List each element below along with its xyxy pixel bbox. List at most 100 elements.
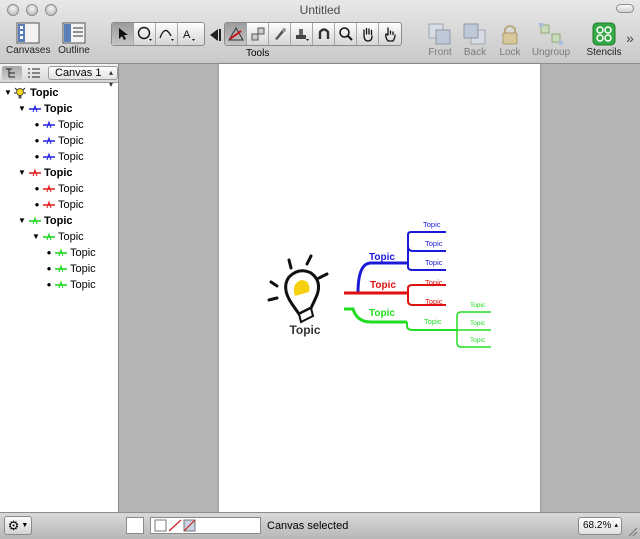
stamp-tool[interactable] — [291, 23, 313, 45]
canvas-area[interactable]: Topic Topic Topic Topic Topic Topic Topi… — [120, 64, 640, 512]
list-item[interactable]: ● Topic — [44, 261, 96, 277]
canvases-icon — [16, 22, 40, 44]
red-main-topic[interactable]: Topic — [370, 280, 396, 291]
style-inspector-well[interactable] — [150, 517, 261, 534]
style-brush-tool[interactable] — [269, 23, 291, 45]
list-item[interactable]: ● Topic — [32, 197, 84, 213]
fill-color-well[interactable] — [126, 517, 144, 534]
list-item[interactable]: ● Topic — [32, 117, 84, 133]
zoom-tool[interactable] — [335, 23, 357, 45]
back-icon — [463, 23, 486, 45]
blue-sub-topic[interactable]: Topic — [425, 239, 443, 248]
lightbulb-topic-icon — [14, 87, 26, 99]
branch-blue-icon — [43, 136, 55, 145]
status-bar: ⚙▼ Canvas selected 68.2% ▴▾ — [0, 512, 640, 539]
blue-main-topic[interactable]: Topic — [369, 252, 395, 263]
list-item[interactable]: ▼ Topic — [18, 213, 73, 229]
outline-item-label: Topic — [58, 183, 84, 195]
updown-icon: ▴▾ — [614, 522, 618, 539]
mind-map[interactable]: Topic Topic Topic Topic Topic Topic Topi… — [219, 64, 540, 512]
list-item[interactable]: ▼ Topic — [32, 229, 84, 245]
window-toolbar: Untitled Canvases Outline A Tools Front … — [0, 0, 640, 64]
green-subsub-topic[interactable]: Topic — [470, 320, 486, 327]
canvas-page[interactable]: Topic Topic Topic Topic Topic Topic Topi… — [219, 64, 540, 512]
list-item[interactable]: ● Topic — [44, 277, 96, 293]
red-sub-topic[interactable]: Topic — [425, 297, 443, 306]
green-subsub-topic[interactable]: Topic — [470, 302, 486, 309]
disclosure-triangle-icon[interactable]: ▼ — [32, 229, 42, 245]
stamp-icon — [295, 29, 309, 41]
list-item[interactable]: ● Topic — [32, 149, 84, 165]
outline-label: Outline — [58, 45, 90, 56]
zoom-selector[interactable]: 68.2% ▴▾ — [578, 517, 622, 539]
green-sub-topic[interactable]: Topic — [424, 317, 442, 326]
toolbar-toggle-button[interactable] — [616, 4, 634, 13]
blue-sub-topic[interactable]: Topic — [423, 220, 441, 229]
branch-green-icon — [29, 216, 41, 225]
canvas-selector-label: Canvas 1 — [55, 67, 102, 79]
line-tool[interactable] — [156, 23, 178, 45]
canvases-button[interactable]: Canvases — [6, 22, 50, 56]
hand-tool[interactable] — [357, 23, 379, 45]
list-item[interactable]: ▼ Topic — [4, 85, 59, 101]
central-topic-label[interactable]: Topic — [289, 323, 320, 337]
blue-sub-topic[interactable]: Topic — [425, 258, 443, 267]
outline-item-label: Topic — [44, 103, 73, 115]
canvas-selector[interactable]: Canvas 1 ▴ ▾ — [48, 66, 118, 89]
list-item[interactable]: ● Topic — [44, 245, 96, 261]
ungroup-button[interactable]: Ungroup — [530, 22, 572, 58]
bring-to-front-button[interactable]: Front — [424, 22, 456, 58]
bullet-icon: ● — [34, 136, 40, 145]
disclosure-triangle-icon[interactable]: ▼ — [18, 101, 28, 117]
diagram-tool[interactable] — [225, 23, 247, 45]
list-item[interactable]: ▼ Topic — [18, 101, 73, 117]
outline-icon — [62, 22, 86, 44]
disclosure-triangle-icon[interactable]: ▼ — [4, 85, 14, 101]
outline-item-label: Topic — [70, 247, 96, 259]
bullet-icon: ● — [34, 120, 40, 129]
list-icon — [28, 68, 40, 78]
selection-tool[interactable] — [112, 23, 134, 45]
shape-tool[interactable] — [134, 23, 156, 45]
disclosure-triangle-icon[interactable]: ▼ — [18, 165, 28, 181]
lightbulb-icon[interactable] — [267, 254, 329, 324]
front-icon — [428, 23, 451, 45]
green-main-topic[interactable]: Topic — [369, 308, 395, 319]
outline-item-label: Topic — [44, 167, 73, 179]
toolbar-overflow-icon[interactable]: » — [626, 30, 634, 46]
action-menu-button[interactable]: ⚙ ▼ — [4, 516, 32, 535]
magnet-tool[interactable] — [247, 23, 269, 45]
bullet-icon: ● — [34, 200, 40, 209]
text-tool[interactable]: A — [178, 23, 200, 45]
disclosure-triangle-icon[interactable]: ▼ — [18, 213, 28, 229]
magnifier-icon — [338, 27, 353, 41]
bullet-icon: ● — [34, 184, 40, 193]
outline-item-label: Topic — [58, 231, 84, 243]
magnet-tool-2[interactable] — [313, 23, 335, 45]
resize-grip-icon[interactable] — [628, 527, 638, 537]
hierarchy-icon — [6, 68, 15, 78]
outline-item-label: Topic — [58, 151, 84, 163]
red-sub-topic[interactable]: Topic — [425, 278, 443, 287]
browse-tool[interactable] — [379, 23, 401, 45]
send-to-back-button[interactable]: Back — [460, 22, 490, 58]
lock-button[interactable]: Lock — [496, 22, 524, 58]
collapse-tools-icon[interactable] — [208, 28, 222, 42]
green-subsub-topic[interactable]: Topic — [470, 337, 486, 344]
connection-icon — [251, 27, 264, 41]
circle-shape-icon — [137, 26, 152, 41]
branch-blue-icon — [29, 104, 41, 113]
green-branch[interactable] — [344, 307, 491, 348]
list-item[interactable]: ● Topic — [32, 181, 84, 197]
stencils-icon — [592, 22, 616, 46]
list-item[interactable]: ● Topic — [32, 133, 84, 149]
stencils-button[interactable]: Stencils — [586, 22, 622, 58]
hierarchy-view-button[interactable] — [2, 66, 22, 80]
outline-item-label: Topic — [44, 215, 73, 227]
bullet-icon: ● — [34, 152, 40, 161]
text-a-icon: A — [183, 29, 195, 41]
outline-button[interactable]: Outline — [56, 22, 92, 56]
list-view-button[interactable] — [24, 66, 44, 80]
arrow-pointer-icon — [118, 28, 128, 40]
list-item[interactable]: ▼ Topic — [18, 165, 73, 181]
